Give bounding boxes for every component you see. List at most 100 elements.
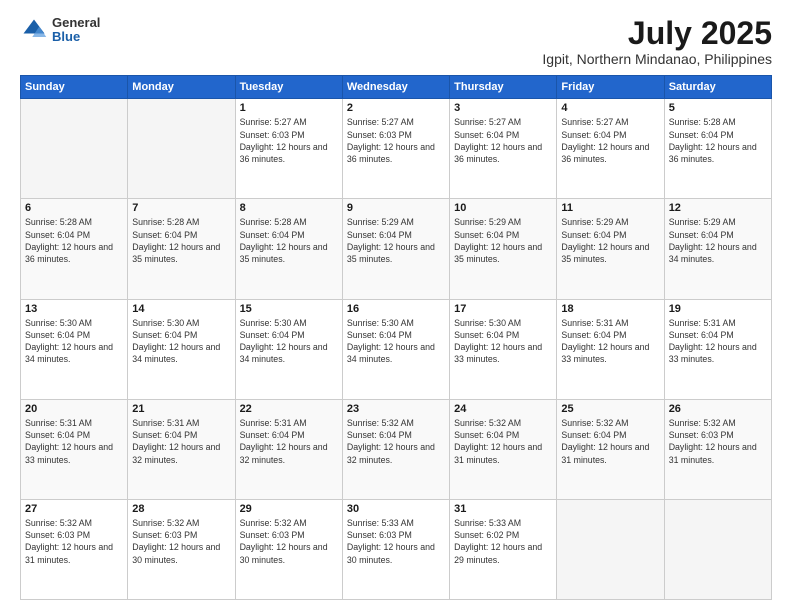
day-number: 3 [454,102,552,114]
calendar-cell: 31 Sunrise: 5:33 AM Sunset: 6:02 PM Dayli… [450,499,557,599]
day-number: 16 [347,303,445,315]
logo-text: General Blue [52,16,100,45]
week-row-2: 6 Sunrise: 5:28 AM Sunset: 6:04 PM Daylig… [21,199,772,299]
calendar-cell: 2Sunrise: 5:27 AM Sunset: 6:03 PM Daylig… [342,99,449,199]
calendar-cell: 24Sunrise: 5:32 AM Sunset: 6:04 PM Dayli… [450,399,557,499]
day-info: Sunrise: 5:31 AM Sunset: 6:04 PM Dayligh… [132,417,230,466]
day-info: Sunrise: 5:31 AM Sunset: 6:04 PM Dayligh… [240,417,338,466]
calendar-cell [557,499,664,599]
weekday-header-monday: Monday [128,76,235,99]
day-info: Sunrise: 5:28 AM Sunset: 6:04 PM Dayligh… [669,116,767,165]
calendar-cell: 26 Sunrise: 5:32 AM Sunset: 6:03 PM Dayli… [664,399,771,499]
calendar-cell: 20 Sunrise: 5:31 AM Sunset: 6:04 PM Dayli… [21,399,128,499]
calendar-cell: 29 Sunrise: 5:32 AM Sunset: 6:03 PM Dayli… [235,499,342,599]
day-info: Sunrise: 5:29 AM Sunset: 6:04 PM Dayligh… [347,216,445,265]
day-number: 20 [25,403,123,415]
day-info: Sunrise: 5:27 AM Sunset: 6:04 PM Dayligh… [454,116,552,165]
calendar-cell: 10 Sunrise: 5:29 AM Sunset: 6:04 PM Dayli… [450,199,557,299]
day-info: Sunrise: 5:32 AM Sunset: 6:03 PM Dayligh… [240,517,338,566]
day-info: Sunrise: 5:32 AM Sunset: 6:03 PM Dayligh… [669,417,767,466]
day-number: 28 [132,503,230,515]
day-info: Sunrise: 5:28 AM Sunset: 6:04 PM Dayligh… [240,216,338,265]
day-number: 18 [561,303,659,315]
week-row-1: 1Sunrise: 5:27 AM Sunset: 6:03 PM Daylig… [21,99,772,199]
calendar-cell: 3 Sunrise: 5:27 AM Sunset: 6:04 PM Daylig… [450,99,557,199]
logo-general: General [52,16,100,30]
calendar-cell: 13 Sunrise: 5:30 AM Sunset: 6:04 PM Dayli… [21,299,128,399]
day-number: 2 [347,102,445,114]
calendar-header: SundayMondayTuesdayWednesdayThursdayFrid… [21,76,772,99]
day-info: Sunrise: 5:30 AM Sunset: 6:04 PM Dayligh… [347,317,445,366]
calendar-cell: 1Sunrise: 5:27 AM Sunset: 6:03 PM Daylig… [235,99,342,199]
logo: General Blue [20,16,100,45]
day-number: 14 [132,303,230,315]
calendar-cell: 14 Sunrise: 5:30 AM Sunset: 6:04 PM Dayli… [128,299,235,399]
day-number: 12 [669,202,767,214]
weekday-header-thursday: Thursday [450,76,557,99]
day-number: 23 [347,403,445,415]
day-number: 13 [25,303,123,315]
calendar-cell: 18 Sunrise: 5:31 AM Sunset: 6:04 PM Dayli… [557,299,664,399]
calendar-cell: 7Sunrise: 5:28 AM Sunset: 6:04 PM Daylig… [128,199,235,299]
day-number: 21 [132,403,230,415]
day-info: Sunrise: 5:30 AM Sunset: 6:04 PM Dayligh… [132,317,230,366]
day-number: 11 [561,202,659,214]
logo-icon [20,16,48,44]
day-number: 7 [132,202,230,214]
calendar-cell: 12 Sunrise: 5:29 AM Sunset: 6:04 PM Dayli… [664,199,771,299]
day-info: Sunrise: 5:27 AM Sunset: 6:03 PM Dayligh… [240,116,338,165]
day-info: Sunrise: 5:33 AM Sunset: 6:03 PM Dayligh… [347,517,445,566]
day-info: Sunrise: 5:27 AM Sunset: 6:04 PM Dayligh… [561,116,659,165]
calendar-cell [21,99,128,199]
day-number: 30 [347,503,445,515]
day-number: 6 [25,202,123,214]
calendar-cell [664,499,771,599]
day-number: 29 [240,503,338,515]
day-info: Sunrise: 5:31 AM Sunset: 6:04 PM Dayligh… [669,317,767,366]
header: General Blue July 2025 Igpit, Northern M… [20,16,772,67]
day-info: Sunrise: 5:32 AM Sunset: 6:03 PM Dayligh… [132,517,230,566]
day-info: Sunrise: 5:32 AM Sunset: 6:04 PM Dayligh… [561,417,659,466]
day-info: Sunrise: 5:31 AM Sunset: 6:04 PM Dayligh… [25,417,123,466]
day-info: Sunrise: 5:32 AM Sunset: 6:03 PM Dayligh… [25,517,123,566]
calendar-cell: 15 Sunrise: 5:30 AM Sunset: 6:04 PM Dayli… [235,299,342,399]
weekday-header-tuesday: Tuesday [235,76,342,99]
day-number: 17 [454,303,552,315]
calendar-cell: 28 Sunrise: 5:32 AM Sunset: 6:03 PM Dayli… [128,499,235,599]
calendar-cell: 11 Sunrise: 5:29 AM Sunset: 6:04 PM Dayli… [557,199,664,299]
subtitle: Igpit, Northern Mindanao, Philippines [542,51,772,67]
calendar-cell: 9 Sunrise: 5:29 AM Sunset: 6:04 PM Daylig… [342,199,449,299]
day-number: 4 [561,102,659,114]
day-info: Sunrise: 5:28 AM Sunset: 6:04 PM Dayligh… [25,216,123,265]
weekday-header-sunday: Sunday [21,76,128,99]
main-title: July 2025 [542,16,772,51]
day-info: Sunrise: 5:29 AM Sunset: 6:04 PM Dayligh… [561,216,659,265]
calendar-cell: 23Sunrise: 5:32 AM Sunset: 6:04 PM Dayli… [342,399,449,499]
day-info: Sunrise: 5:29 AM Sunset: 6:04 PM Dayligh… [669,216,767,265]
day-info: Sunrise: 5:30 AM Sunset: 6:04 PM Dayligh… [25,317,123,366]
weekday-header-wednesday: Wednesday [342,76,449,99]
day-info: Sunrise: 5:30 AM Sunset: 6:04 PM Dayligh… [240,317,338,366]
calendar-cell: 4 Sunrise: 5:27 AM Sunset: 6:04 PM Daylig… [557,99,664,199]
day-number: 5 [669,102,767,114]
day-number: 10 [454,202,552,214]
title-area: July 2025 Igpit, Northern Mindanao, Phil… [542,16,772,67]
calendar-page: General Blue July 2025 Igpit, Northern M… [0,0,792,612]
day-info: Sunrise: 5:29 AM Sunset: 6:04 PM Dayligh… [454,216,552,265]
calendar-cell: 22Sunrise: 5:31 AM Sunset: 6:04 PM Dayli… [235,399,342,499]
day-number: 25 [561,403,659,415]
weekday-header-friday: Friday [557,76,664,99]
day-info: Sunrise: 5:33 AM Sunset: 6:02 PM Dayligh… [454,517,552,566]
day-number: 26 [669,403,767,415]
day-number: 31 [454,503,552,515]
day-number: 9 [347,202,445,214]
weekday-header-row: SundayMondayTuesdayWednesdayThursdayFrid… [21,76,772,99]
calendar-cell: 19 Sunrise: 5:31 AM Sunset: 6:04 PM Dayli… [664,299,771,399]
day-number: 15 [240,303,338,315]
calendar-cell: 5 Sunrise: 5:28 AM Sunset: 6:04 PM Daylig… [664,99,771,199]
week-row-4: 20 Sunrise: 5:31 AM Sunset: 6:04 PM Dayli… [21,399,772,499]
day-info: Sunrise: 5:31 AM Sunset: 6:04 PM Dayligh… [561,317,659,366]
day-number: 19 [669,303,767,315]
calendar-cell: 30 Sunrise: 5:33 AM Sunset: 6:03 PM Dayli… [342,499,449,599]
calendar-cell [128,99,235,199]
